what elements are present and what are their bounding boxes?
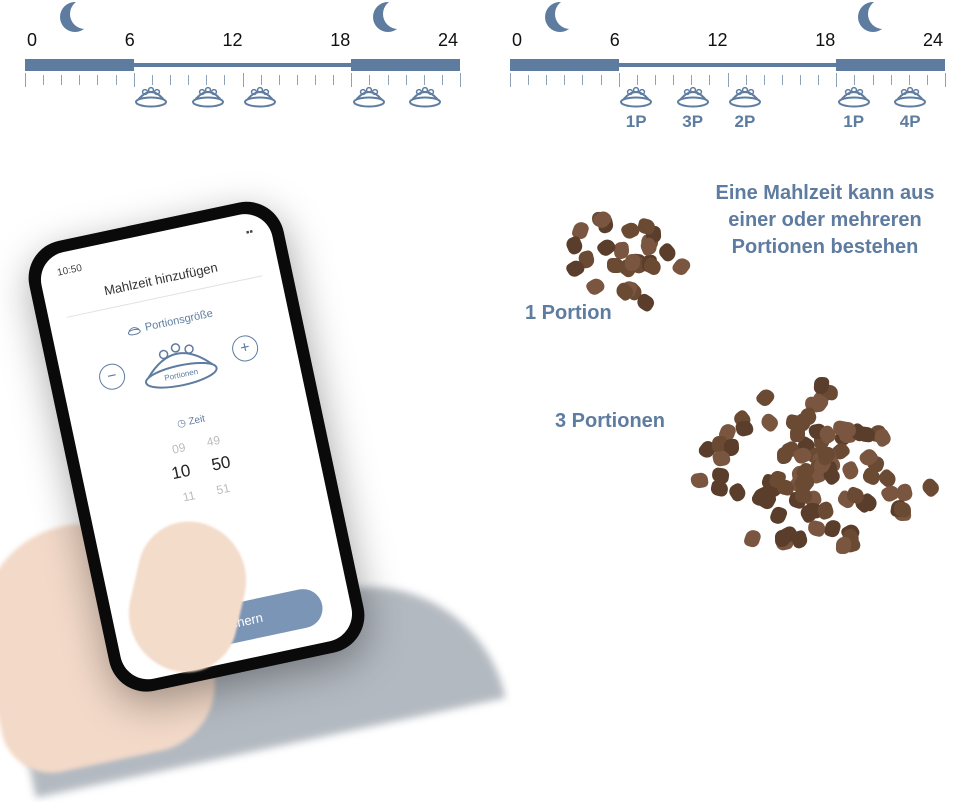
right-panel: 0 6 12 18 24 1P 3P 2P 1P 4P Eine Mahlzeit ka… bbox=[485, 0, 970, 600]
tl-0: 0 bbox=[27, 30, 37, 51]
feeding-bowl-icon: 1P bbox=[837, 86, 871, 132]
feeding-bowl-icon bbox=[352, 86, 386, 108]
increase-button[interactable]: + bbox=[230, 333, 261, 364]
feeding-bowl-icon bbox=[134, 86, 168, 108]
status-time: 10:50 bbox=[56, 263, 83, 279]
svg-text:Portionen: Portionen bbox=[164, 367, 199, 383]
night-segment bbox=[510, 59, 619, 71]
feeding-bowl-icon: 4P bbox=[893, 86, 927, 132]
tl-24: 24 bbox=[438, 30, 458, 51]
time-picker[interactable]: 0949 1050 1151 bbox=[126, 420, 277, 517]
time-section-label: ◷ Zeit bbox=[176, 413, 206, 430]
night-segment bbox=[351, 59, 460, 71]
decrease-button[interactable]: − bbox=[97, 361, 128, 392]
tl-18: 18 bbox=[330, 30, 350, 51]
bowl-icon bbox=[127, 324, 143, 336]
moon-icon bbox=[858, 2, 888, 32]
timeline-right: 0 6 12 18 24 1P 3P 2P 1P 4P bbox=[510, 30, 945, 140]
timeline-left: 0 6 12 18 24 bbox=[25, 30, 460, 140]
feeding-bowl-icon bbox=[191, 86, 225, 108]
night-segment bbox=[25, 59, 134, 71]
description-text: Eine Mahlzeit kann aus einer oder mehrer… bbox=[710, 180, 940, 261]
status-icons: ▪▪ bbox=[245, 226, 254, 238]
night-segment bbox=[836, 59, 945, 71]
timeline-labels: 0 6 12 18 24 bbox=[510, 30, 945, 51]
moon-icon bbox=[373, 2, 403, 32]
portion-bowl-icon: Portionen bbox=[133, 328, 224, 398]
portion-label-3: 3 Portionen bbox=[555, 410, 665, 433]
moon-icon bbox=[60, 2, 90, 32]
left-panel: 0 6 12 18 24 10:50▪▪ Mahlzeit hinzufügen bbox=[0, 0, 485, 600]
kibble-pile-small bbox=[545, 200, 705, 310]
kibble-pile-large bbox=[675, 360, 945, 560]
timeline-labels: 0 6 12 18 24 bbox=[25, 30, 460, 51]
feeding-bowl-icon bbox=[408, 86, 442, 108]
moon-icon bbox=[545, 2, 575, 32]
phone-photo: 10:50▪▪ Mahlzeit hinzufügen Portionsgröß… bbox=[0, 181, 532, 739]
feeding-bowl-icon: 1P bbox=[619, 86, 653, 132]
feeding-bowl-icon bbox=[243, 86, 277, 108]
feeding-bowl-icon: 2P bbox=[728, 86, 762, 132]
tl-6: 6 bbox=[125, 30, 135, 51]
tl-12: 12 bbox=[222, 30, 242, 51]
feeding-bowl-icon: 3P bbox=[676, 86, 710, 132]
